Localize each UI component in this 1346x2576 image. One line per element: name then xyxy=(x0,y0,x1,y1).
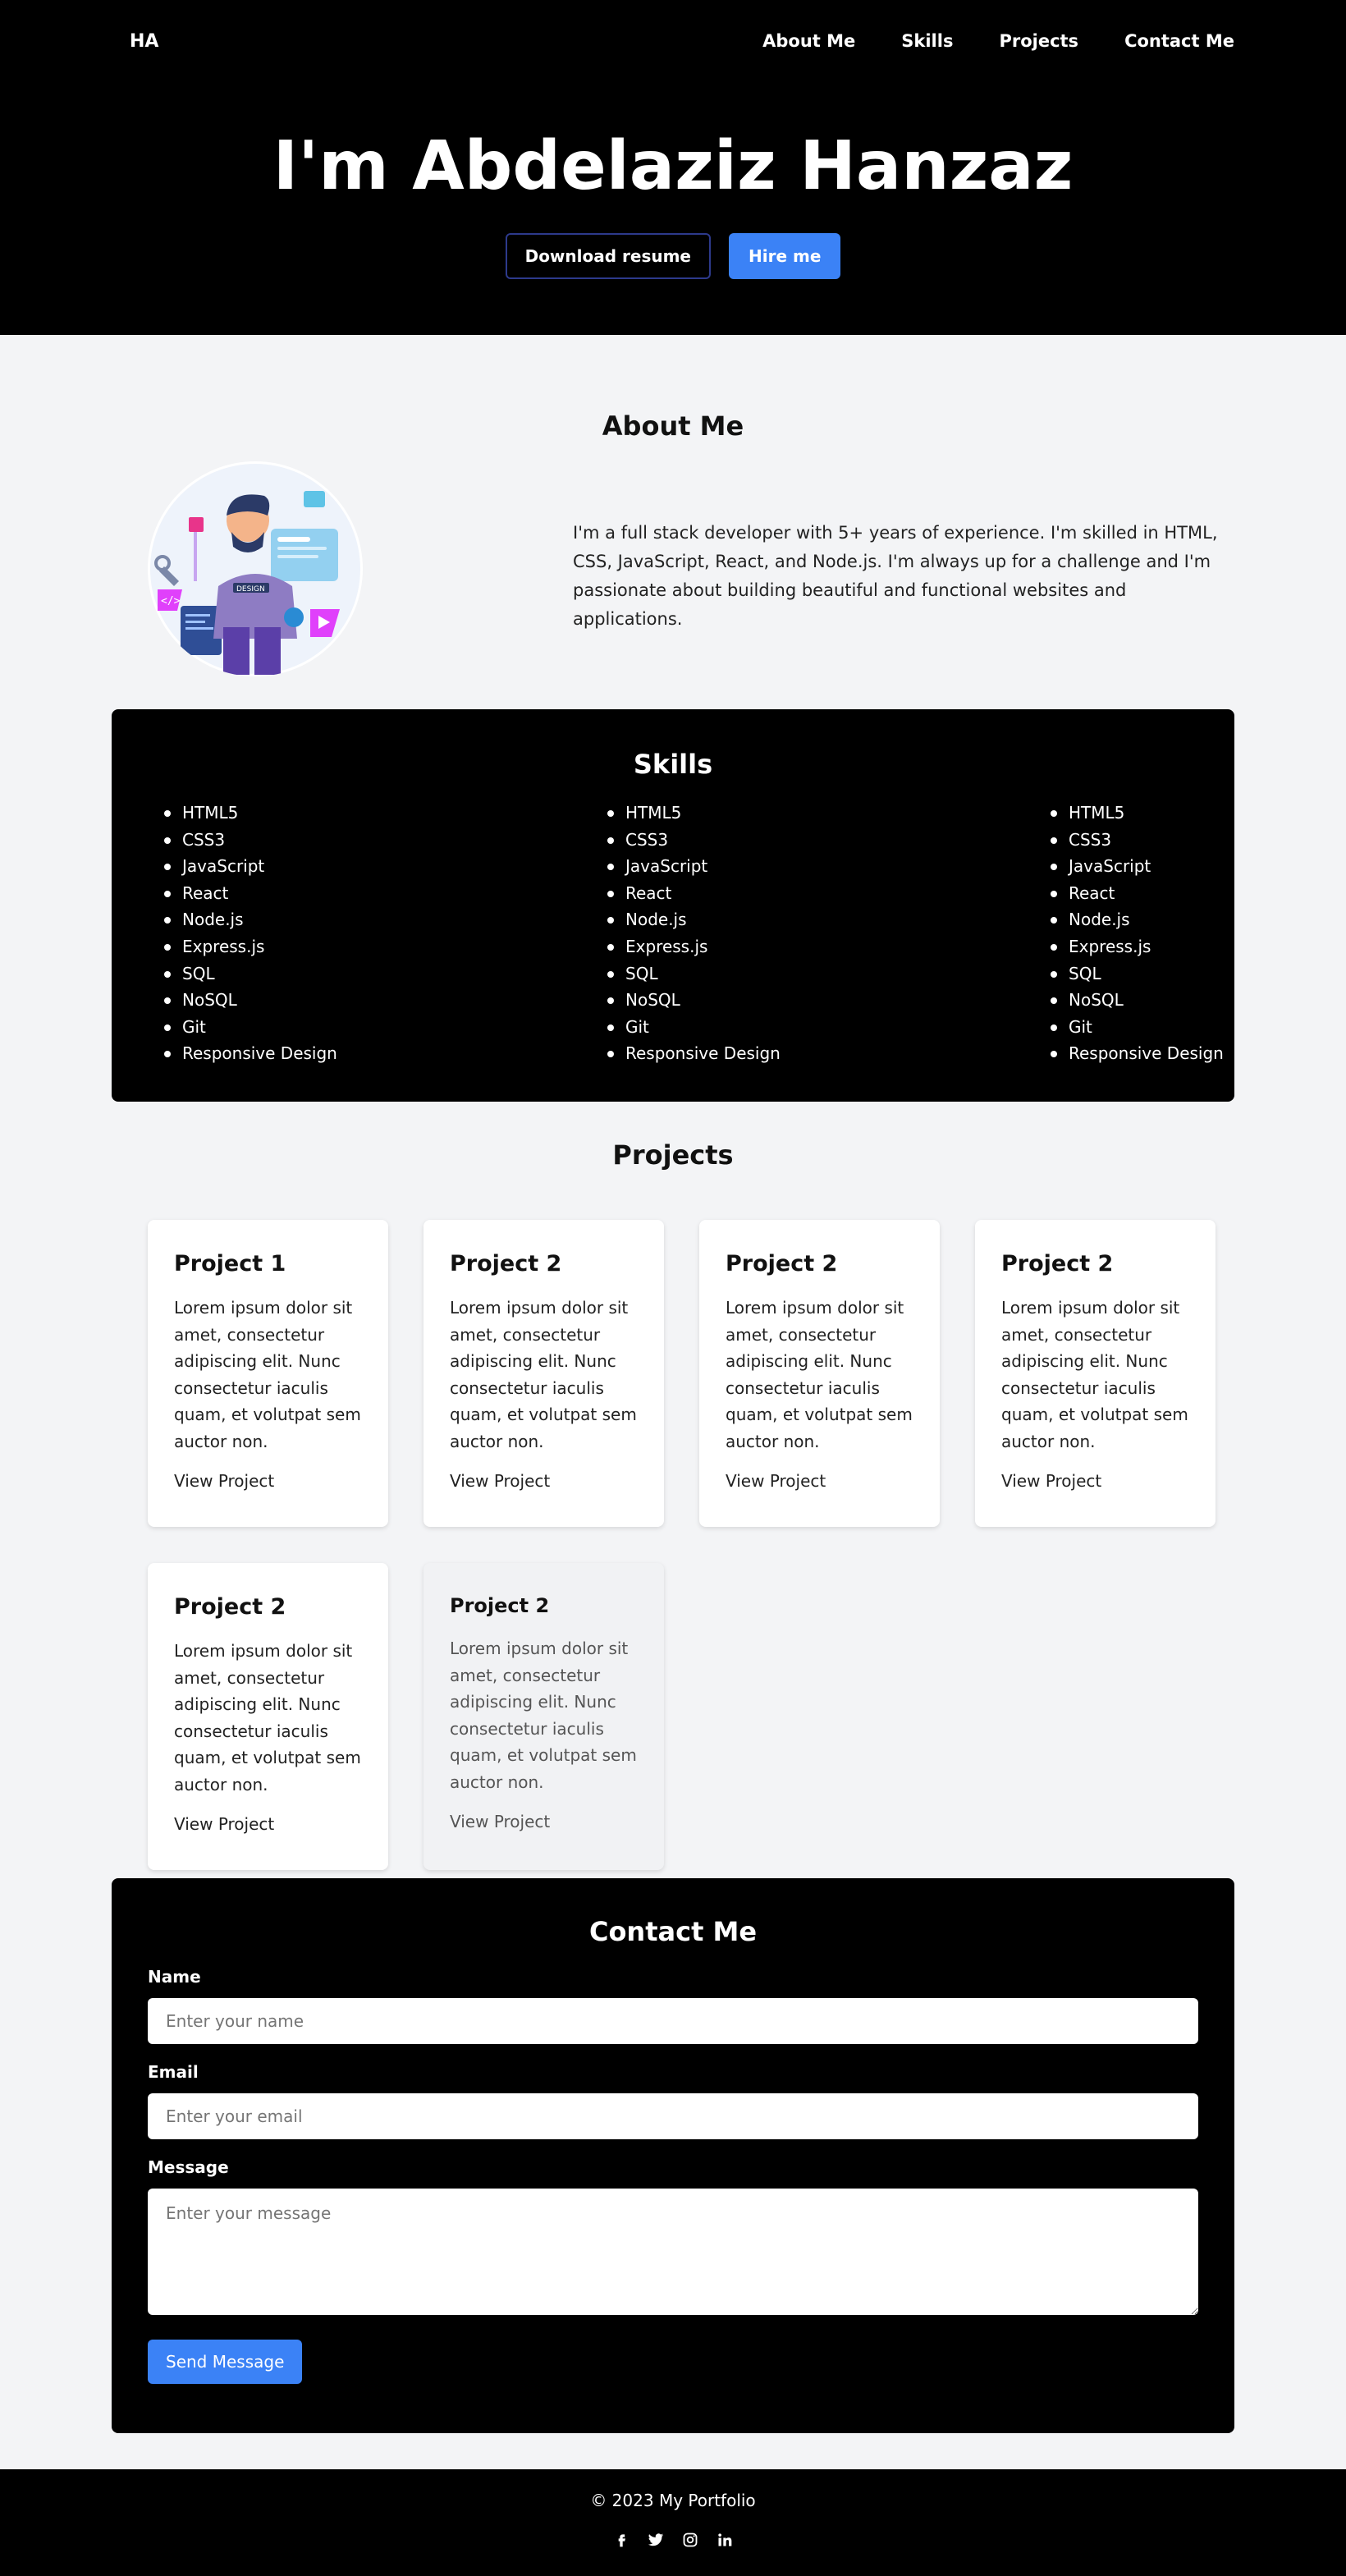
nav-about-link[interactable]: About Me xyxy=(762,31,855,51)
contact-section: Contact Me Name Email Message Send Messa… xyxy=(112,1878,1234,2433)
social-links xyxy=(0,2530,1346,2550)
email-input[interactable] xyxy=(148,2093,1198,2139)
view-project-link[interactable]: View Project xyxy=(450,1812,638,1831)
skills-title: Skills xyxy=(633,749,713,780)
facebook-icon[interactable] xyxy=(611,2530,631,2550)
project-title: Project 2 xyxy=(1001,1251,1114,1277)
skill-item: Responsive Design xyxy=(164,1040,337,1067)
top-nav: HA About Me Skills Projects Contact Me xyxy=(0,0,1346,82)
skill-item: HTML5 xyxy=(1051,800,1224,827)
instagram-icon[interactable] xyxy=(680,2530,700,2550)
message-textarea[interactable] xyxy=(148,2189,1198,2315)
skill-item: CSS3 xyxy=(1051,827,1224,854)
view-project-link[interactable]: View Project xyxy=(174,1814,362,1834)
email-label: Email xyxy=(148,2062,199,2082)
project-title: Project 2 xyxy=(726,1251,838,1277)
skill-item: Responsive Design xyxy=(607,1040,781,1067)
footer: © 2023 My Portfolio xyxy=(0,2469,1346,2576)
skill-item: NoSQL xyxy=(607,987,781,1014)
nav-skills-link[interactable]: Skills xyxy=(901,31,953,51)
project-title: Project 2 xyxy=(174,1594,286,1620)
skill-item: NoSQL xyxy=(1051,987,1224,1014)
project-description: Lorem ipsum dolor sit amet, consectetur … xyxy=(174,1641,361,1794)
name-input[interactable] xyxy=(148,1998,1198,2044)
skill-item: SQL xyxy=(1051,960,1224,988)
about-text: I'm a full stack developer with 5+ years… xyxy=(573,523,1218,629)
project-card: Project 1 Lorem ipsum dolor sit amet, con… xyxy=(148,1220,388,1527)
skills-list-2: HTML5 CSS3 JavaScript React Node.js Express.j… xyxy=(607,800,781,1067)
view-project-link[interactable]: View Project xyxy=(174,1471,362,1491)
view-project-link[interactable]: View Project xyxy=(450,1471,638,1491)
skill-item: Node.js xyxy=(164,906,337,933)
linkedin-icon[interactable] xyxy=(715,2530,735,2550)
skill-item: CSS3 xyxy=(164,827,337,854)
hire-me-button[interactable]: Hire me xyxy=(729,233,841,279)
project-description: Lorem ipsum dolor sit amet, consectetur … xyxy=(450,1639,637,1792)
skill-item: Git xyxy=(164,1014,337,1041)
projects-title: Projects xyxy=(612,1139,734,1171)
skill-item: React xyxy=(607,880,781,907)
skill-item: SQL xyxy=(607,960,781,988)
message-label: Message xyxy=(148,2157,229,2177)
about-section: About Me </> DESIGN I'm a full stack dev… xyxy=(0,335,1346,709)
name-label: Name xyxy=(148,1967,201,1987)
project-description: Lorem ipsum dolor sit amet, consectetur … xyxy=(726,1298,913,1451)
view-project-link[interactable]: View Project xyxy=(726,1471,913,1491)
skill-item: SQL xyxy=(164,960,337,988)
about-illustration: </> DESIGN xyxy=(148,461,363,676)
skill-item: Node.js xyxy=(607,906,781,933)
skill-item: JavaScript xyxy=(164,853,337,880)
project-card: Project 2 Lorem ipsum dolor sit amet, con… xyxy=(423,1220,664,1527)
send-message-button[interactable]: Send Message xyxy=(148,2340,303,2384)
skill-item: Express.js xyxy=(1051,933,1224,960)
about-title: About Me xyxy=(602,410,744,442)
skill-item: Express.js xyxy=(607,933,781,960)
skill-item: JavaScript xyxy=(1051,853,1224,880)
hero-header: HA About Me Skills Projects Contact Me I… xyxy=(0,0,1346,335)
view-project-link[interactable]: View Project xyxy=(1001,1471,1189,1491)
skill-item: Git xyxy=(1051,1014,1224,1041)
skill-item: HTML5 xyxy=(164,800,337,827)
skill-item: Express.js xyxy=(164,933,337,960)
project-card: Project 2 Lorem ipsum dolor sit amet, con… xyxy=(423,1563,664,1870)
design-label-text: DESIGN xyxy=(236,585,265,594)
skill-item: React xyxy=(164,880,337,907)
skill-item: Git xyxy=(607,1014,781,1041)
skills-list-1: HTML5 CSS3 JavaScript React Node.js Express.j… xyxy=(164,800,337,1067)
projects-section: Projects Project 1 Lorem ipsum dolor sit … xyxy=(0,1102,1346,1878)
project-description: Lorem ipsum dolor sit amet, consectetur … xyxy=(174,1298,361,1451)
skills-list-3: HTML5 CSS3 JavaScript React Node.js Express.j… xyxy=(1051,800,1224,1067)
skill-item: NoSQL xyxy=(164,987,337,1014)
nav-links: About Me Skills Projects Contact Me xyxy=(762,31,1234,51)
project-card: Project 2 Lorem ipsum dolor sit amet, con… xyxy=(699,1220,940,1527)
download-resume-button[interactable]: Download resume xyxy=(505,233,711,279)
project-title: Project 2 xyxy=(450,1251,562,1277)
skill-item: Responsive Design xyxy=(1051,1040,1224,1067)
logo[interactable]: HA xyxy=(130,31,158,52)
project-title: Project 1 xyxy=(174,1251,286,1277)
footer-copyright: © 2023 My Portfolio xyxy=(590,2491,756,2510)
contact-title: Contact Me xyxy=(588,1916,758,1947)
twitter-icon[interactable] xyxy=(646,2530,666,2550)
project-title: Project 2 xyxy=(450,1594,550,1617)
skill-item: CSS3 xyxy=(607,827,781,854)
project-card: Project 2 Lorem ipsum dolor sit amet, con… xyxy=(148,1563,388,1870)
nav-projects-link[interactable]: Projects xyxy=(999,31,1078,51)
skill-item: HTML5 xyxy=(607,800,781,827)
nav-contact-link[interactable]: Contact Me xyxy=(1124,31,1234,51)
skill-item: Node.js xyxy=(1051,906,1224,933)
svg-text:</>: </> xyxy=(161,595,181,607)
skills-section: Skills HTML5 CSS3 JavaScript React Node.js Ex… xyxy=(112,709,1234,1102)
skill-item: JavaScript xyxy=(607,853,781,880)
skill-item: React xyxy=(1051,880,1224,907)
project-description: Lorem ipsum dolor sit amet, consectetur … xyxy=(450,1298,637,1451)
project-description: Lorem ipsum dolor sit amet, consectetur … xyxy=(1001,1298,1188,1451)
hero-buttons: Download resume Hire me xyxy=(0,233,1346,279)
hero-title: I'm Abdelaziz Hanzaz xyxy=(272,127,1074,205)
project-card: Project 2 Lorem ipsum dolor sit amet, con… xyxy=(975,1220,1216,1527)
